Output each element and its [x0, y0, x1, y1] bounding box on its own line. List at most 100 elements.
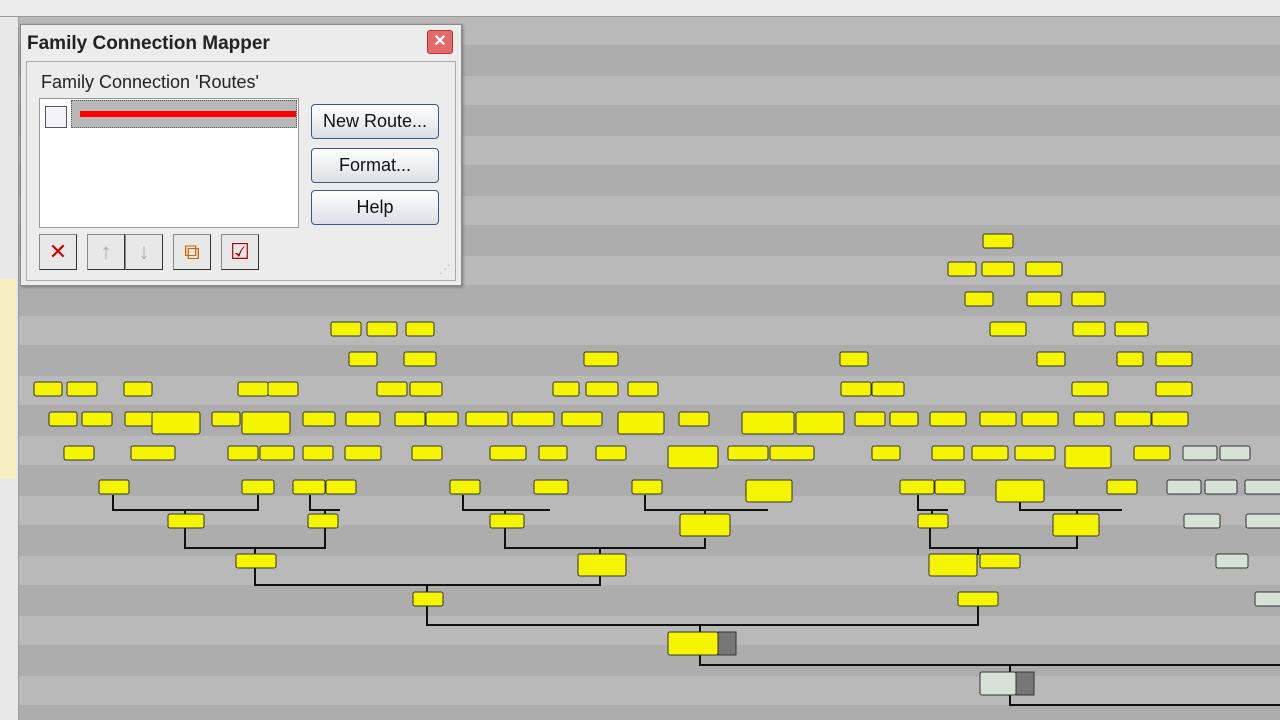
ancestor-box[interactable] [561, 411, 603, 427]
ancestor-box[interactable] [595, 445, 627, 461]
ancestor-box[interactable] [489, 445, 527, 461]
checklist-icon[interactable]: ☑ [221, 234, 259, 270]
ancestor-box[interactable] [1064, 445, 1112, 469]
ancestor-box[interactable] [1071, 381, 1109, 397]
ancestor-box[interactable] [405, 321, 435, 337]
ancestor-box[interactable] [741, 411, 795, 435]
ancestor-box[interactable] [124, 411, 154, 427]
ancestor-box[interactable] [151, 411, 201, 435]
ancestor-box[interactable] [48, 411, 78, 427]
descendant-box[interactable] [1245, 513, 1280, 529]
ancestor-box[interactable] [130, 445, 176, 461]
ancestor-box[interactable] [1073, 411, 1105, 427]
ancestor-box[interactable] [330, 321, 362, 337]
ancestor-box[interactable] [727, 445, 769, 461]
ancestor-box[interactable] [211, 411, 241, 427]
descendant-box[interactable] [1166, 479, 1202, 495]
ancestor-box[interactable] [928, 553, 978, 577]
ancestor-box[interactable] [167, 513, 205, 529]
ancestor-box[interactable] [929, 411, 967, 427]
route-checkbox[interactable] [45, 106, 67, 128]
ancestor-box[interactable] [425, 411, 459, 427]
ancestor-box[interactable] [840, 381, 872, 397]
person-box-with-photo[interactable] [979, 671, 1017, 696]
ancestor-box[interactable] [259, 445, 295, 461]
ancestor-box[interactable] [533, 479, 569, 495]
resize-grip-icon[interactable]: ⋰ [439, 262, 451, 276]
ancestor-box[interactable] [1036, 351, 1066, 367]
ancestor-box[interactable] [1072, 321, 1106, 337]
ancestor-box[interactable] [98, 479, 130, 495]
ancestor-box[interactable] [1114, 411, 1152, 427]
ancestor-box[interactable] [981, 261, 1015, 277]
ancestor-box[interactable] [1151, 411, 1189, 427]
ancestor-box[interactable] [237, 381, 269, 397]
descendant-box[interactable] [1182, 445, 1218, 461]
ancestor-box[interactable] [1071, 291, 1106, 307]
ancestor-box[interactable] [411, 445, 443, 461]
ancestor-box[interactable] [1052, 513, 1100, 537]
ancestor-box[interactable] [678, 411, 710, 427]
descendant-box[interactable] [1219, 445, 1251, 461]
move-up-icon[interactable]: ↑ [87, 234, 125, 270]
ancestor-box[interactable] [769, 445, 815, 461]
ancestor-box[interactable] [511, 411, 555, 427]
ancestor-box[interactable] [538, 445, 568, 461]
ancestor-box[interactable] [989, 321, 1027, 337]
ancestor-box[interactable] [81, 411, 113, 427]
ancestor-box[interactable] [1014, 445, 1056, 461]
ancestor-box[interactable] [667, 445, 719, 469]
ancestor-box[interactable] [403, 351, 437, 367]
ancestor-box[interactable] [409, 381, 443, 397]
ancestor-box[interactable] [871, 381, 905, 397]
delete-icon[interactable]: ✕ [39, 234, 77, 270]
ancestor-box[interactable] [325, 479, 357, 495]
ancestor-box[interactable] [1106, 479, 1138, 495]
help-button[interactable]: Help [311, 190, 439, 225]
new-route-button[interactable]: New Route... [311, 104, 439, 139]
descendant-box[interactable] [1183, 513, 1221, 529]
ancestor-box[interactable] [1116, 351, 1144, 367]
ancestor-box[interactable] [1026, 291, 1062, 307]
ancestor-box[interactable] [302, 445, 334, 461]
ancestor-box[interactable] [1021, 411, 1059, 427]
descendant-box[interactable] [1215, 553, 1249, 569]
ancestor-box[interactable] [631, 479, 663, 495]
ancestor-box[interactable] [899, 479, 935, 495]
ancestor-box[interactable] [585, 381, 619, 397]
ancestor-box[interactable] [1133, 445, 1171, 461]
descendant-box[interactable] [1254, 591, 1280, 607]
ancestor-box[interactable] [964, 291, 994, 307]
route-chart-icon[interactable]: ⧉ [173, 234, 211, 270]
descendant-box[interactable] [1244, 479, 1280, 495]
ancestor-box[interactable] [971, 445, 1009, 461]
ancestor-box[interactable] [1155, 381, 1193, 397]
ancestor-box[interactable] [376, 381, 408, 397]
ancestor-box[interactable] [995, 479, 1045, 503]
ancestor-box[interactable] [235, 553, 277, 569]
ancestor-box[interactable] [552, 381, 580, 397]
ancestor-box[interactable] [394, 411, 426, 427]
ancestor-box[interactable] [982, 233, 1014, 249]
ancestor-box[interactable] [345, 411, 381, 427]
ancestor-box[interactable] [583, 351, 619, 367]
ancestor-box[interactable] [577, 553, 627, 577]
ancestor-box[interactable] [627, 381, 659, 397]
descendant-box[interactable] [1204, 479, 1238, 495]
ancestor-box[interactable] [366, 321, 398, 337]
ancestor-box[interactable] [795, 411, 845, 435]
ancestor-box[interactable] [344, 445, 382, 461]
ancestor-box[interactable] [745, 479, 793, 503]
ancestor-box[interactable] [241, 411, 291, 435]
ancestor-box[interactable] [449, 479, 481, 495]
close-icon[interactable]: ✕ [427, 30, 453, 54]
ancestor-box[interactable] [465, 411, 509, 427]
ancestor-box[interactable] [839, 351, 869, 367]
ancestor-box[interactable] [871, 445, 901, 461]
ancestor-box[interactable] [66, 381, 98, 397]
ancestor-box[interactable] [302, 411, 336, 427]
ancestor-box[interactable] [889, 411, 919, 427]
ancestor-box[interactable] [292, 479, 326, 495]
ancestor-box[interactable] [917, 513, 949, 529]
ancestor-box[interactable] [1025, 261, 1063, 277]
